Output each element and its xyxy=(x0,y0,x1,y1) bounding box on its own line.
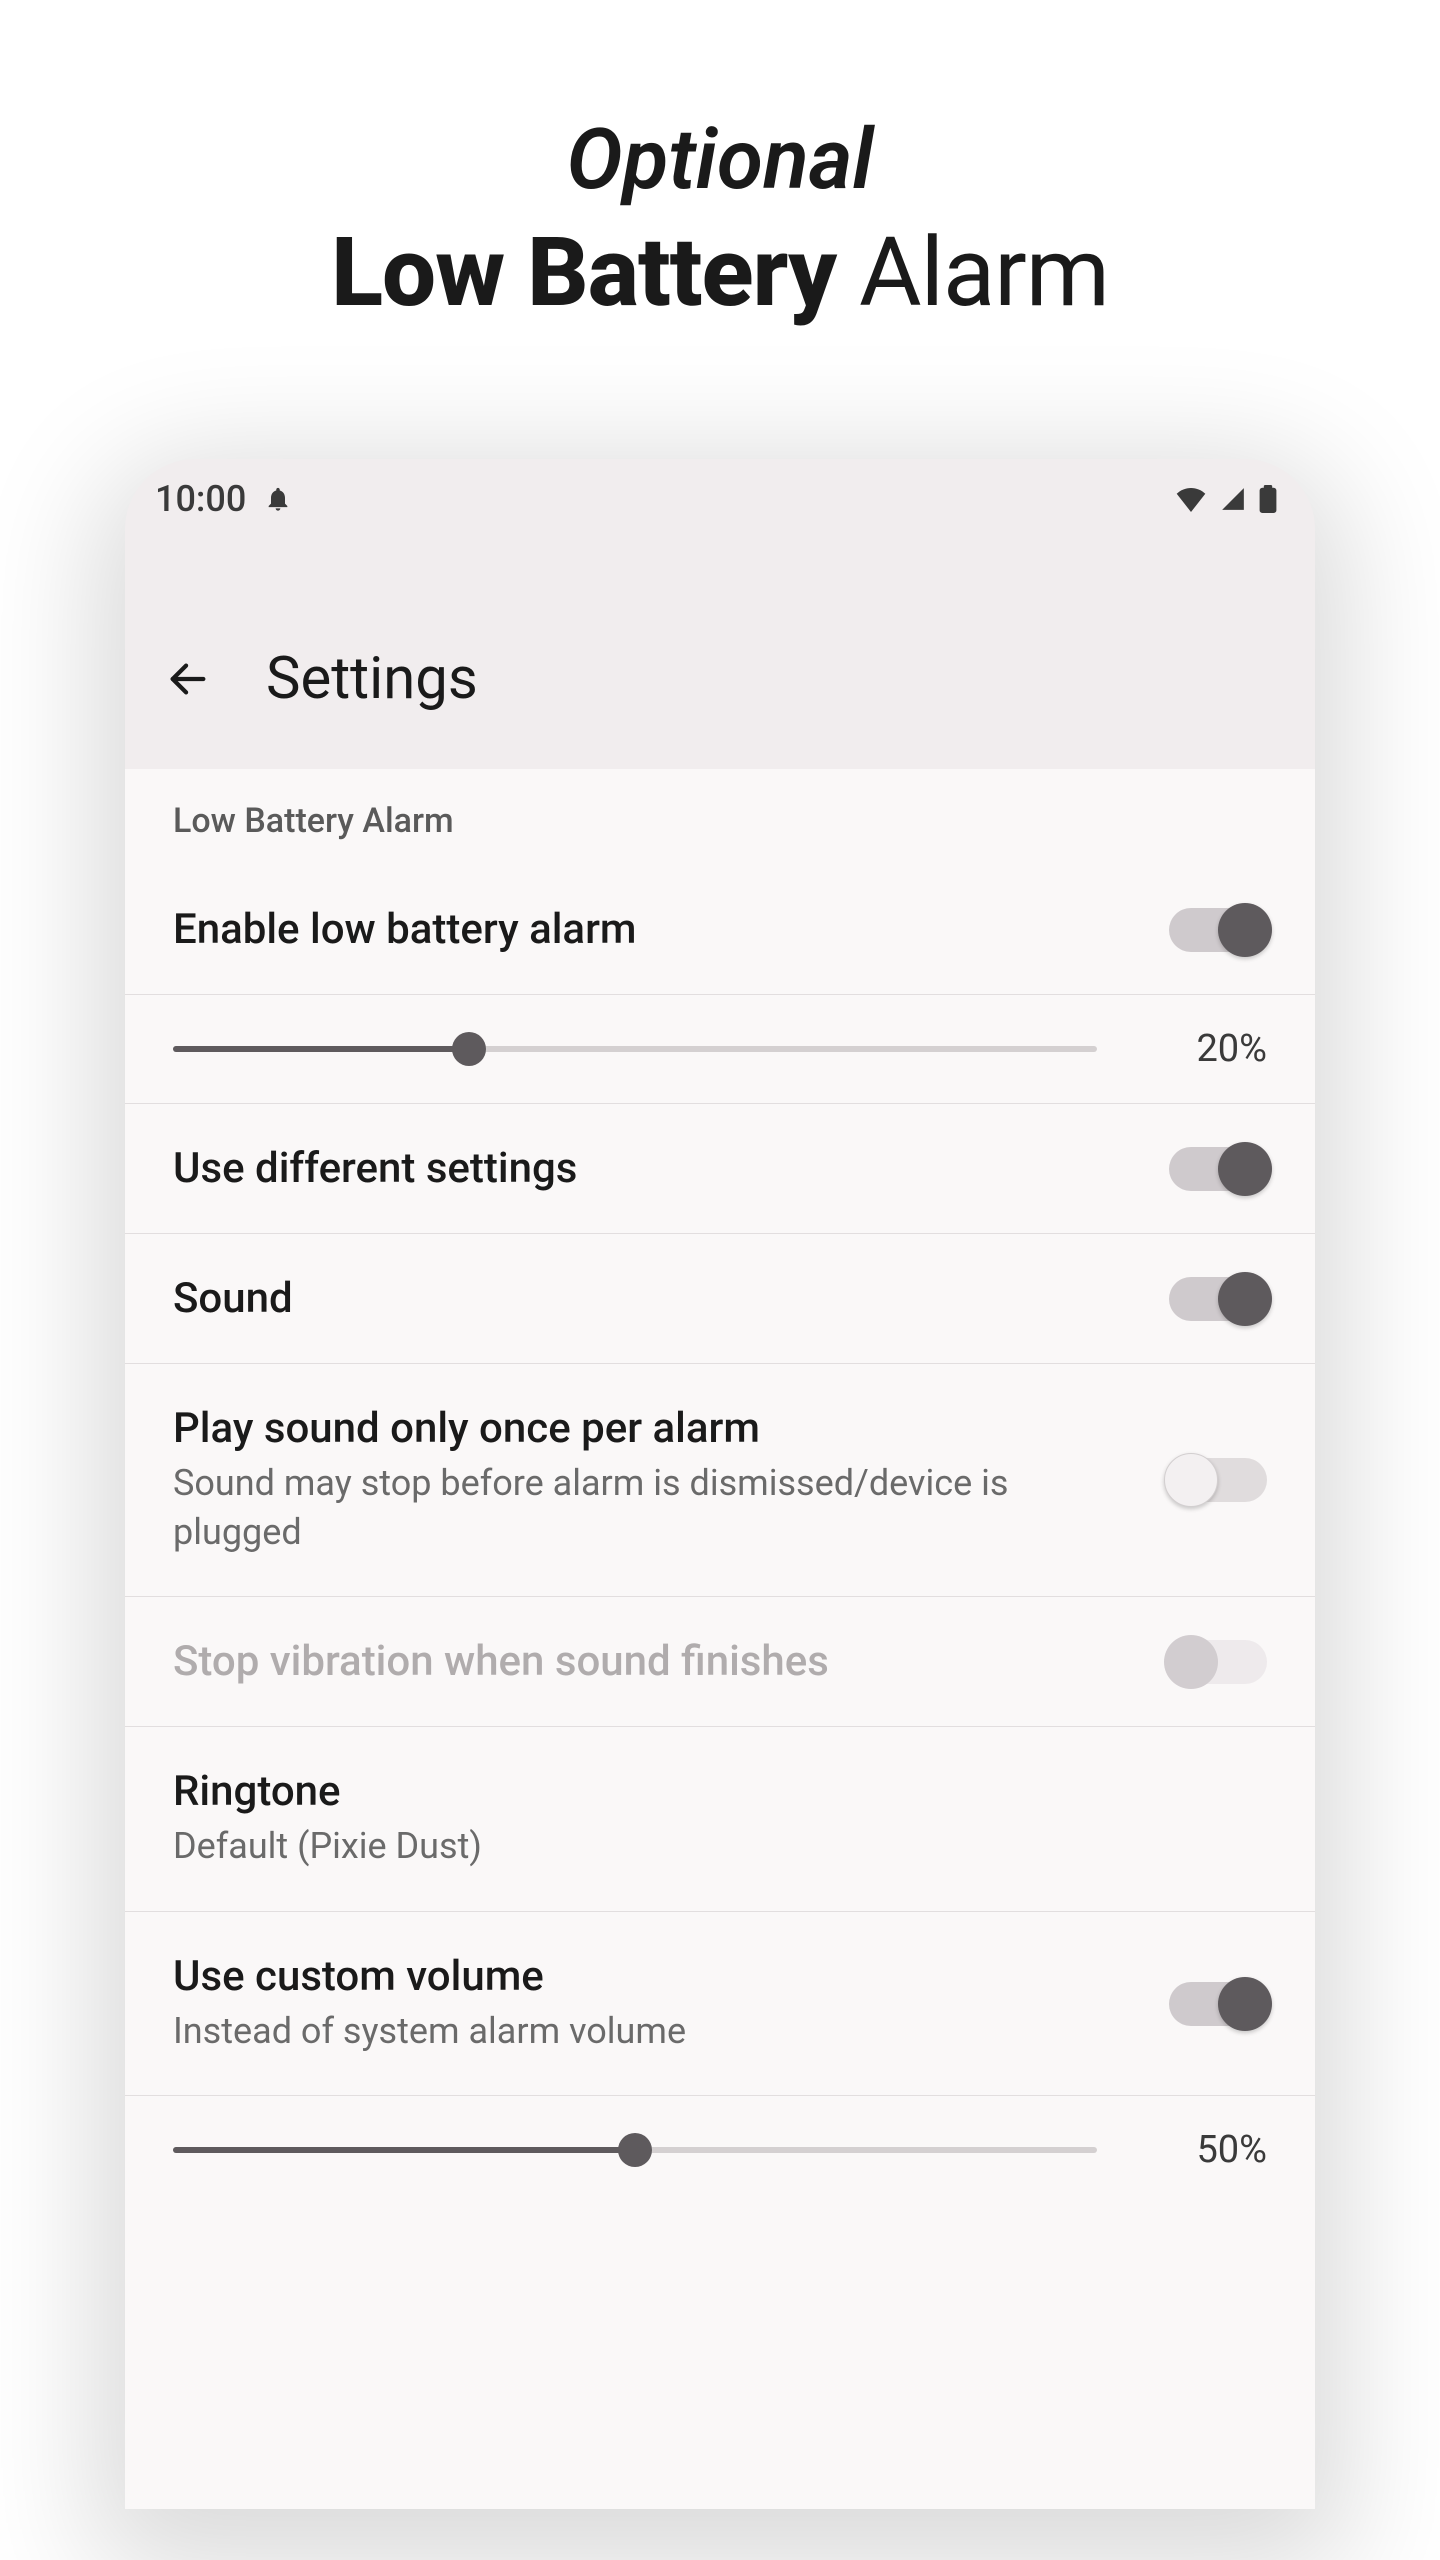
toggle-use-custom-volume[interactable] xyxy=(1169,1982,1267,2026)
threshold-value: 20% xyxy=(1157,1027,1267,1071)
row-use-different-settings[interactable]: Use different settings xyxy=(125,1104,1315,1234)
status-time: 10:00 xyxy=(155,478,246,520)
row-ringtone-value: Default (Pixie Dust) xyxy=(173,1822,1239,1871)
row-stop-vibration: Stop vibration when sound finishes xyxy=(125,1597,1315,1727)
page-title: Settings xyxy=(266,645,478,713)
row-play-once-sub: Sound may stop before alarm is dismissed… xyxy=(173,1459,1141,1556)
battery-icon xyxy=(1259,485,1277,513)
promo-heading: Optional Low Battery Alarm xyxy=(331,110,1109,329)
volume-value: 50% xyxy=(1157,2128,1267,2172)
row-play-sound-once[interactable]: Play sound only once per alarm Sound may… xyxy=(125,1364,1315,1597)
row-stop-vibration-label: Stop vibration when sound finishes xyxy=(173,1637,1141,1686)
notification-bell-icon xyxy=(264,484,292,514)
row-custom-volume-label: Use custom volume xyxy=(173,1952,1141,2001)
row-enable-label: Enable low battery alarm xyxy=(173,905,1141,954)
row-ringtone[interactable]: Ringtone Default (Pixie Dust) xyxy=(125,1727,1315,1912)
toggle-play-sound-once[interactable] xyxy=(1169,1458,1267,1502)
row-sound[interactable]: Sound xyxy=(125,1234,1315,1364)
toggle-use-different-settings[interactable] xyxy=(1169,1147,1267,1191)
row-sound-label: Sound xyxy=(173,1274,1141,1323)
row-volume-slider: 50% xyxy=(125,2096,1315,2204)
row-enable-low-battery[interactable]: Enable low battery alarm xyxy=(125,865,1315,995)
cell-signal-icon xyxy=(1219,486,1247,512)
promo-line2: Low Battery Alarm xyxy=(331,217,1109,329)
promo-line2-rest: Alarm xyxy=(836,217,1109,329)
toggle-enable-low-battery[interactable] xyxy=(1169,908,1267,952)
threshold-slider[interactable] xyxy=(173,1031,1097,1067)
back-button[interactable] xyxy=(165,656,211,702)
promo-line2-bold: Low Battery xyxy=(331,217,836,329)
row-ringtone-label: Ringtone xyxy=(173,1767,1239,1816)
settings-list: Low Battery Alarm Enable low battery ala… xyxy=(125,769,1315,2509)
wifi-icon xyxy=(1175,486,1207,512)
promo-line1: Optional xyxy=(331,110,1109,209)
app-bar: Settings xyxy=(125,619,1315,739)
toggle-stop-vibration xyxy=(1169,1640,1267,1684)
volume-slider[interactable] xyxy=(173,2132,1097,2168)
row-custom-volume-sub: Instead of system alarm volume xyxy=(173,2007,1141,2056)
phone-frame: 10:00 Settings Low Battery Alarm xyxy=(125,459,1315,2509)
section-header-low-battery: Low Battery Alarm xyxy=(125,769,1315,865)
row-use-custom-volume[interactable]: Use custom volume Instead of system alar… xyxy=(125,1912,1315,2097)
status-bar: 10:00 xyxy=(125,459,1315,539)
row-threshold-slider: 20% xyxy=(125,995,1315,1104)
row-play-once-label: Play sound only once per alarm xyxy=(173,1404,1141,1453)
toggle-sound[interactable] xyxy=(1169,1277,1267,1321)
row-different-label: Use different settings xyxy=(173,1144,1141,1193)
